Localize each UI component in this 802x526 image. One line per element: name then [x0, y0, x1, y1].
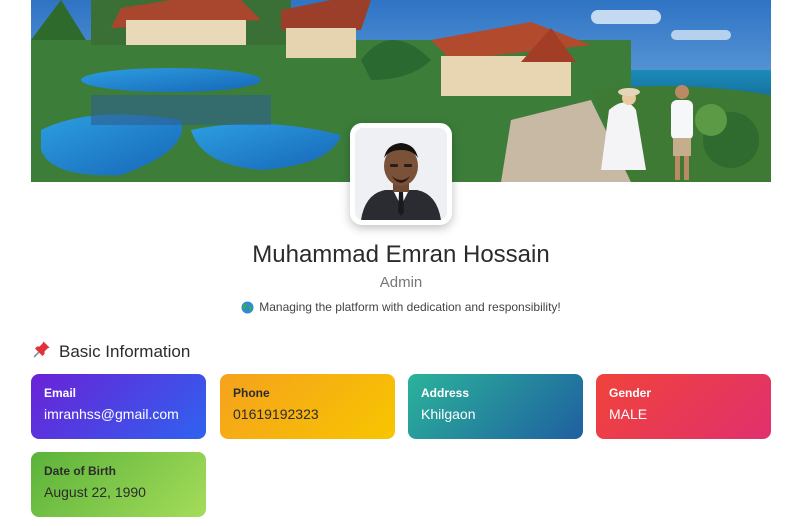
address-label: Address: [421, 386, 470, 400]
tagline-text: Managing the platform with dedication an…: [259, 300, 561, 314]
phone-card: Phone 01619192323: [220, 374, 395, 439]
date-of-birth-label: Date of Birth: [44, 464, 116, 478]
phone-label: Phone: [233, 386, 270, 400]
section-heading: Basic Information: [33, 340, 190, 363]
gender-label: Gender: [609, 386, 652, 400]
globe-icon: [241, 301, 254, 314]
avatar: [355, 128, 447, 220]
email-card: Email imranhss@gmail.com: [31, 374, 206, 439]
profile-avatar-frame: [350, 123, 452, 225]
phone-value: 01619192323: [233, 406, 319, 422]
address-value: Khilgaon: [421, 406, 476, 422]
section-title: Basic Information: [59, 341, 191, 361]
pushpin-icon: [33, 340, 51, 363]
date-of-birth-value: August 22, 1990: [44, 484, 146, 500]
gender-card: Gender MALE: [596, 374, 771, 439]
gender-value: MALE: [609, 406, 648, 422]
email-value: imranhss@gmail.com: [44, 406, 179, 422]
address-card: Address Khilgaon: [408, 374, 583, 439]
email-label: Email: [44, 386, 77, 400]
profile-name: Muhammad Emran Hossain: [252, 241, 550, 268]
profile-role: Admin: [379, 274, 423, 291]
profile-tagline: Managing the platform with dedication an…: [0, 300, 802, 314]
date-of-birth-card: Date of Birth August 22, 1990: [31, 452, 206, 517]
